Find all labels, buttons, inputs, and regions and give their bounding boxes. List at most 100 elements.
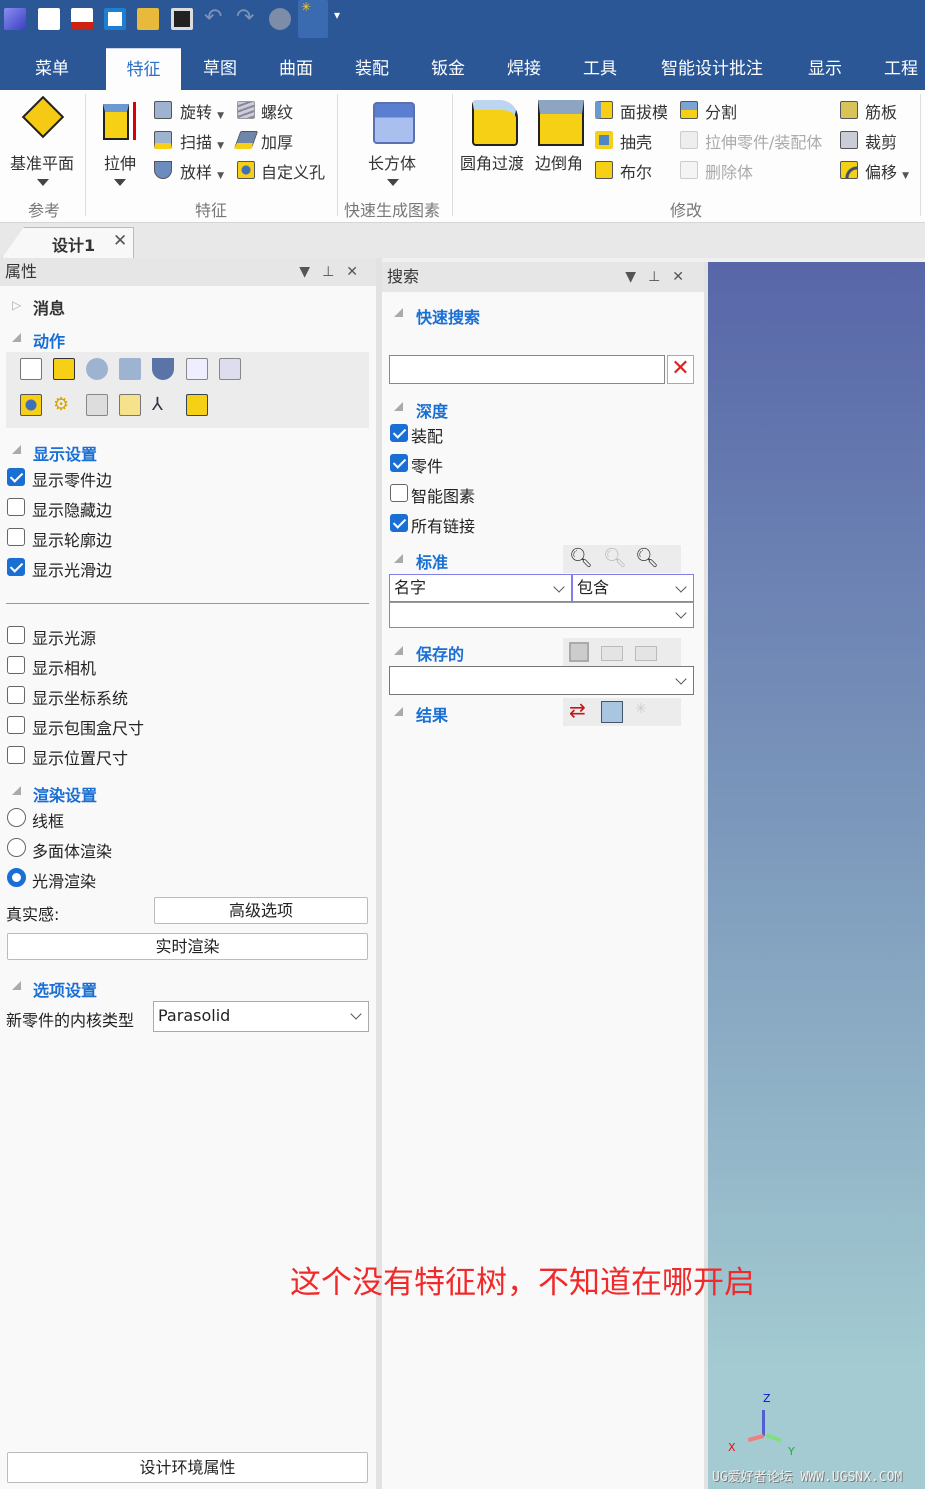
new-icon[interactable] (38, 8, 60, 30)
checkbox-all-links[interactable] (390, 514, 408, 532)
undo-icon[interactable]: ↶ (204, 7, 226, 30)
axes-icon[interactable]: ⅄ (152, 394, 174, 416)
3d-viewport[interactable]: Z X Y UG爱好者论坛 WWW.UGSNX.COM (708, 262, 925, 1489)
shell-button[interactable]: 抽壳 (620, 129, 652, 153)
sketch-edit-icon[interactable] (186, 358, 208, 380)
section-render-settings[interactable]: 渲染设置 (33, 782, 97, 806)
section-actions[interactable]: 动作 (33, 328, 65, 352)
section-depth[interactable]: 深度 (416, 398, 448, 422)
expand-icon[interactable]: ▷ (12, 298, 21, 312)
split-button[interactable]: 分割 (705, 99, 737, 123)
preview-icon[interactable] (104, 8, 126, 30)
pin-icon[interactable]: ⊥ (648, 269, 672, 285)
section-option-settings[interactable]: 选项设置 (33, 977, 97, 1001)
quick-search-input[interactable] (389, 355, 665, 384)
thicken-button[interactable]: 加厚 (261, 129, 293, 153)
tab-menu[interactable]: 菜单 (18, 48, 86, 90)
table-icon[interactable] (86, 394, 108, 416)
tab-assembly[interactable]: 装配 (342, 48, 402, 90)
face-draft-button[interactable]: 面拔模 (620, 99, 668, 123)
dropdown-icon[interactable]: ▼ (299, 264, 322, 280)
lock-part-icon[interactable] (119, 394, 141, 416)
tab-sheetmetal[interactable]: 钣金 (418, 48, 478, 90)
checkbox-show-lights[interactable] (7, 626, 25, 644)
checkbox-show-coordinate-system[interactable] (7, 686, 25, 704)
dropdown-icon[interactable]: ▼ (625, 269, 648, 285)
section-display-settings[interactable]: 显示设置 (33, 441, 97, 465)
more-icon[interactable]: ▾ (334, 8, 356, 30)
tab-surface[interactable]: 曲面 (266, 48, 326, 90)
section-quick-search[interactable]: 快速搜索 (416, 304, 480, 328)
open-mail-icon[interactable] (71, 8, 93, 30)
save-icon[interactable] (569, 642, 589, 662)
section-criteria[interactable]: 标准 (416, 549, 448, 573)
checkbox-assembly[interactable] (390, 424, 408, 442)
gear-icon[interactable]: ⚙ (53, 394, 75, 416)
criteria-field-select[interactable]: 名字 (389, 574, 572, 602)
curve-icon[interactable] (219, 358, 241, 380)
section-saved[interactable]: 保存的 (416, 641, 464, 665)
tab-tools[interactable]: 工具 (570, 48, 630, 90)
tab-engineering[interactable]: 工程标 (872, 48, 925, 90)
trim-button[interactable]: 裁剪 (865, 129, 897, 153)
tab-smart-annotation[interactable]: 智能设计批注 (652, 48, 772, 90)
checkbox-show-camera[interactable] (7, 656, 25, 674)
stretch-button[interactable]: 拉伸零件/装配体 (705, 129, 822, 153)
chevron-down-icon[interactable] (114, 179, 126, 186)
redo-icon[interactable]: ↷ (236, 7, 258, 30)
sphere-icon[interactable] (269, 8, 291, 30)
dropdown-icon[interactable]: ▼ (217, 141, 224, 151)
tree-view-icon[interactable] (601, 701, 623, 723)
thread-button[interactable]: 螺纹 (261, 99, 293, 123)
fillet-button[interactable]: 圆角过渡 (460, 150, 524, 174)
remove-criteria-icon[interactable]: 🔍︎ (603, 546, 627, 569)
pin-icon[interactable]: ⊥ (322, 264, 346, 280)
chevron-down-icon[interactable] (387, 179, 399, 186)
criteria-value-select[interactable] (389, 602, 694, 628)
collapse-icon[interactable] (394, 646, 403, 655)
sweep-button[interactable]: 扫描 ▼ (180, 129, 224, 153)
collapse-icon[interactable] (394, 554, 403, 563)
collapse-icon[interactable] (394, 707, 403, 716)
section-results[interactable]: 结果 (416, 702, 448, 726)
radio-faceted[interactable] (7, 838, 26, 857)
checkbox-show-part-edges[interactable] (7, 468, 25, 486)
delete-body-button[interactable]: 删除体 (705, 159, 753, 183)
offset-button[interactable]: 偏移 ▼ (865, 159, 909, 183)
custom-hole-button[interactable]: 自定义孔 (261, 159, 325, 183)
chevron-down-icon[interactable] (37, 179, 49, 186)
section-messages[interactable]: 消息 (33, 295, 65, 319)
sweep-icon[interactable] (119, 358, 141, 380)
panel-controls[interactable]: ▼⊥✕ (299, 258, 370, 286)
collapse-icon[interactable] (12, 981, 21, 990)
criteria-operator-select[interactable]: 包含 (572, 574, 694, 602)
refresh-icon[interactable]: ⇄ (569, 698, 586, 722)
loft-icon[interactable] (152, 358, 174, 380)
collapse-icon[interactable] (12, 333, 21, 342)
box-button[interactable]: 长方体 (368, 150, 416, 174)
app-logo-icon[interactable] (4, 8, 26, 30)
open-folder-icon[interactable] (137, 8, 159, 30)
collapse-icon[interactable] (12, 445, 21, 454)
dropdown-icon[interactable]: ▼ (902, 171, 909, 181)
radio-smooth[interactable] (7, 868, 26, 887)
realtime-render-button[interactable]: 实时渲染 (7, 933, 368, 960)
dropdown-icon[interactable]: ▼ (217, 111, 224, 121)
revolve-button[interactable]: 旋转 ▼ (180, 99, 224, 123)
extrude-icon[interactable] (53, 358, 75, 380)
chamfer-button[interactable]: 边倒角 (535, 150, 583, 174)
rib-button[interactable]: 筋板 (865, 99, 897, 123)
kernel-type-select[interactable]: Parasolid (153, 1001, 369, 1032)
save-icon[interactable] (171, 8, 193, 30)
advanced-options-button[interactable]: 高级选项 (154, 897, 368, 924)
checkbox-show-bounding-box[interactable] (7, 716, 25, 734)
collapse-icon[interactable] (394, 402, 403, 411)
radio-wireframe[interactable] (7, 808, 26, 827)
tree-icon[interactable]: ✳ (298, 0, 328, 38)
saved-search-select[interactable] (389, 666, 694, 695)
tab-feature[interactable]: 特征 (106, 48, 181, 90)
list-icon[interactable] (20, 358, 42, 380)
tab-weld[interactable]: 焊接 (494, 48, 554, 90)
checkbox-smart-element[interactable] (390, 484, 408, 502)
dropdown-icon[interactable]: ▼ (217, 171, 224, 181)
